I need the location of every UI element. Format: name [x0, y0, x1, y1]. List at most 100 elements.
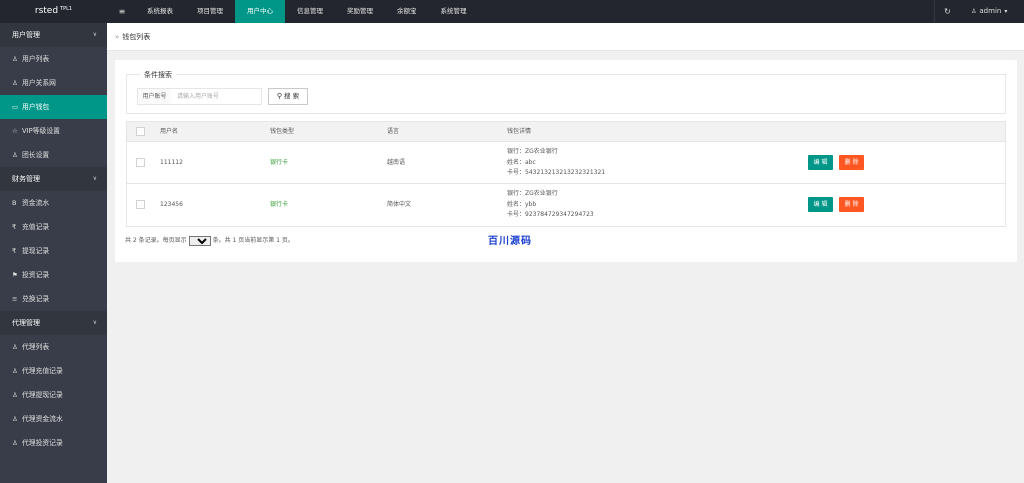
delete-button[interactable]: 删 除	[839, 155, 864, 170]
column-header-detail: 钱包详情	[507, 128, 532, 135]
logo-text: rsted	[34, 6, 59, 16]
sidebar-item-label: 代理列表	[22, 343, 50, 351]
user-icon: ♙	[12, 391, 18, 399]
sidebar-item[interactable]: ☆ VIP等级设置	[0, 119, 107, 143]
sidebar-group[interactable]: 财务管理 ∨	[0, 167, 107, 191]
sidebar-item-label: 投资记录	[22, 271, 50, 279]
user-name: admin	[979, 7, 1002, 15]
column-header-user: 用户名	[160, 128, 179, 135]
menu-toggle-icon[interactable]: ≡	[114, 0, 130, 23]
content-card: 条件搜索 用户账号 ⚲搜 索 用户名 钱包类型 语言 钱包详情 111112 银…	[115, 60, 1017, 262]
user-icon: ♙	[12, 439, 18, 447]
edit-button[interactable]: 编 辑	[808, 197, 833, 212]
cell-language: 越南语	[387, 159, 406, 166]
pager-suffix: 条。共 1 页当前显示第 1 页。	[212, 237, 294, 244]
sidebar-item[interactable]: B 资金流水	[0, 191, 107, 215]
page-size-select[interactable]: 20	[188, 235, 211, 246]
top-bar: rsted TPL1 ≡ 系统报表 项目管理 用户中心 信息管理 奖励管理 余额宝 系统管理 …	[0, 0, 1024, 23]
sidebar-item[interactable]: ≡ 兑换记录	[0, 287, 107, 311]
row-checkbox[interactable]	[136, 158, 145, 167]
search-input[interactable]	[171, 88, 262, 105]
sidebar-group-label: 代理管理	[12, 319, 40, 327]
top-nav-item[interactable]: 系统报表	[135, 0, 185, 23]
cell-wallet-detail: 银行：ZG农业银行 姓名：ybb 卡号：923784729347294723	[507, 189, 594, 221]
wallet-icon: ▭	[12, 103, 19, 111]
sidebar-group[interactable]: 代理管理 ∨	[0, 311, 107, 335]
detail-card: 卡号：543213213213232321321	[507, 169, 606, 176]
sidebar-group[interactable]: 用户管理 ∨	[0, 23, 107, 47]
search-icon: ⚲	[276, 92, 283, 100]
search-button[interactable]: ⚲ 搜 索	[268, 88, 308, 105]
sidebar-item[interactable]: ₹ 充值记录	[0, 215, 107, 239]
search-button-label: 搜 索	[284, 92, 300, 100]
breadcrumb-current[interactable]: 钱包列表	[122, 33, 150, 41]
detail-name: 姓名：abc	[507, 158, 536, 166]
sidebar-item[interactable]: ▭ 用户钱包	[0, 95, 107, 119]
user-icon: ♙	[12, 415, 18, 423]
column-header-lang: 语言	[387, 128, 400, 135]
sidebar-group-label: 用户管理	[12, 31, 40, 39]
sidebar-item[interactable]: ♙ 代理充值记录	[0, 359, 107, 383]
sidebar-item-label: 团长设置	[22, 151, 50, 159]
wallet-table: 用户名 钱包类型 语言 钱包详情 111112 银行卡 越南语 银行：ZG农业银…	[126, 121, 1006, 227]
sidebar-item-label: 充值记录	[22, 223, 50, 231]
sidebar-item-label: VIP等级设置	[22, 127, 60, 135]
chevron-down-icon: ∨	[92, 31, 97, 38]
pager-prefix: 共 2 条记录。每页显示	[125, 237, 187, 244]
breadcrumb: » 钱包列表	[107, 23, 1024, 51]
sidebar-item[interactable]: ♙ 用户列表	[0, 47, 107, 71]
sidebar: 用户管理 ∨ ♙ 用户列表 ♙ 用户关系网 ▭ 用户钱包 ☆ VIP等级设置 ♙ 团长设置 财务管理 ∨ B…	[0, 23, 107, 483]
sidebar-item[interactable]: ♙ 团长设置	[0, 143, 107, 167]
refresh-icon[interactable]: ↻	[934, 0, 960, 23]
cell-wallet-detail: 银行：ZG农业银行 姓名：abc 卡号：54321321321323232132…	[507, 147, 605, 179]
sidebar-item[interactable]: ♙ 代理资金流水	[0, 407, 107, 431]
relation-icon: ♙	[12, 79, 18, 87]
sidebar-item-label: 用户列表	[22, 55, 50, 63]
select-all-checkbox[interactable]	[136, 127, 145, 136]
chevron-down-icon: ▾	[1004, 8, 1008, 15]
user-icon: ♙	[971, 8, 977, 15]
chevron-down-icon: ∨	[92, 319, 97, 326]
sidebar-item-label: 用户关系网	[22, 79, 56, 87]
edit-button[interactable]: 编 辑	[808, 155, 833, 170]
search-legend: 条件搜索	[140, 70, 176, 80]
logo[interactable]: rsted TPL1	[0, 0, 107, 23]
sidebar-item-label: 代理提现记录	[22, 391, 63, 399]
detail-bank: 银行：ZG农业银行	[507, 190, 558, 197]
chevron-down-icon: ∨	[92, 175, 97, 182]
team-icon: ♙	[12, 151, 18, 159]
sidebar-item[interactable]: ⚑ 投资记录	[0, 263, 107, 287]
star-icon: ☆	[12, 127, 18, 135]
sidebar-item[interactable]: ♙ 代理投资记录	[0, 431, 107, 455]
search-fieldset: 条件搜索 用户账号 ⚲搜 索	[126, 70, 1006, 114]
sidebar-item-label: 资金流水	[22, 199, 50, 207]
delete-button[interactable]: 删 除	[839, 197, 864, 212]
detail-card: 卡号：923784729347294723	[507, 211, 594, 218]
top-nav-item[interactable]: 系统管理	[429, 0, 479, 23]
table-row: 111112 银行卡 越南语 银行：ZG农业银行 姓名：abc 卡号：54321…	[127, 142, 1005, 184]
user-icon: ♙	[12, 367, 18, 375]
top-nav-item[interactable]: 项目管理	[185, 0, 235, 23]
top-nav-item[interactable]: 信息管理	[285, 0, 335, 23]
top-nav-item[interactable]: 奖励管理	[335, 0, 385, 23]
top-nav-item[interactable]: 用户中心	[235, 0, 285, 23]
sidebar-item-label: 代理资金流水	[22, 415, 63, 423]
detail-bank: 银行：ZG农业银行	[507, 148, 558, 155]
detail-name: 姓名：ybb	[507, 200, 537, 208]
top-nav-item[interactable]: 余额宝	[385, 0, 429, 23]
sidebar-item[interactable]: ♙ 用户关系网	[0, 71, 107, 95]
rupee-icon: ₹	[12, 223, 17, 231]
column-header-type: 钱包类型	[270, 128, 295, 135]
rupee-icon: ₹	[12, 247, 17, 255]
cell-wallet-type: 银行卡	[270, 201, 289, 208]
row-checkbox[interactable]	[136, 200, 145, 209]
sidebar-item-label: 代理充值记录	[22, 367, 63, 375]
top-nav: 系统报表 项目管理 用户中心 信息管理 奖励管理 余额宝 系统管理	[135, 0, 479, 23]
sidebar-item-label: 兑换记录	[22, 295, 50, 303]
sidebar-item[interactable]: ₹ 提现记录	[0, 239, 107, 263]
cell-wallet-type: 银行卡	[270, 159, 289, 166]
sidebar-item[interactable]: ♙ 代理列表	[0, 335, 107, 359]
user-menu[interactable]: ♙ admin ▾	[963, 0, 1024, 23]
sidebar-item[interactable]: ♙ 代理提现记录	[0, 383, 107, 407]
breadcrumb-separator-icon: »	[115, 33, 120, 41]
